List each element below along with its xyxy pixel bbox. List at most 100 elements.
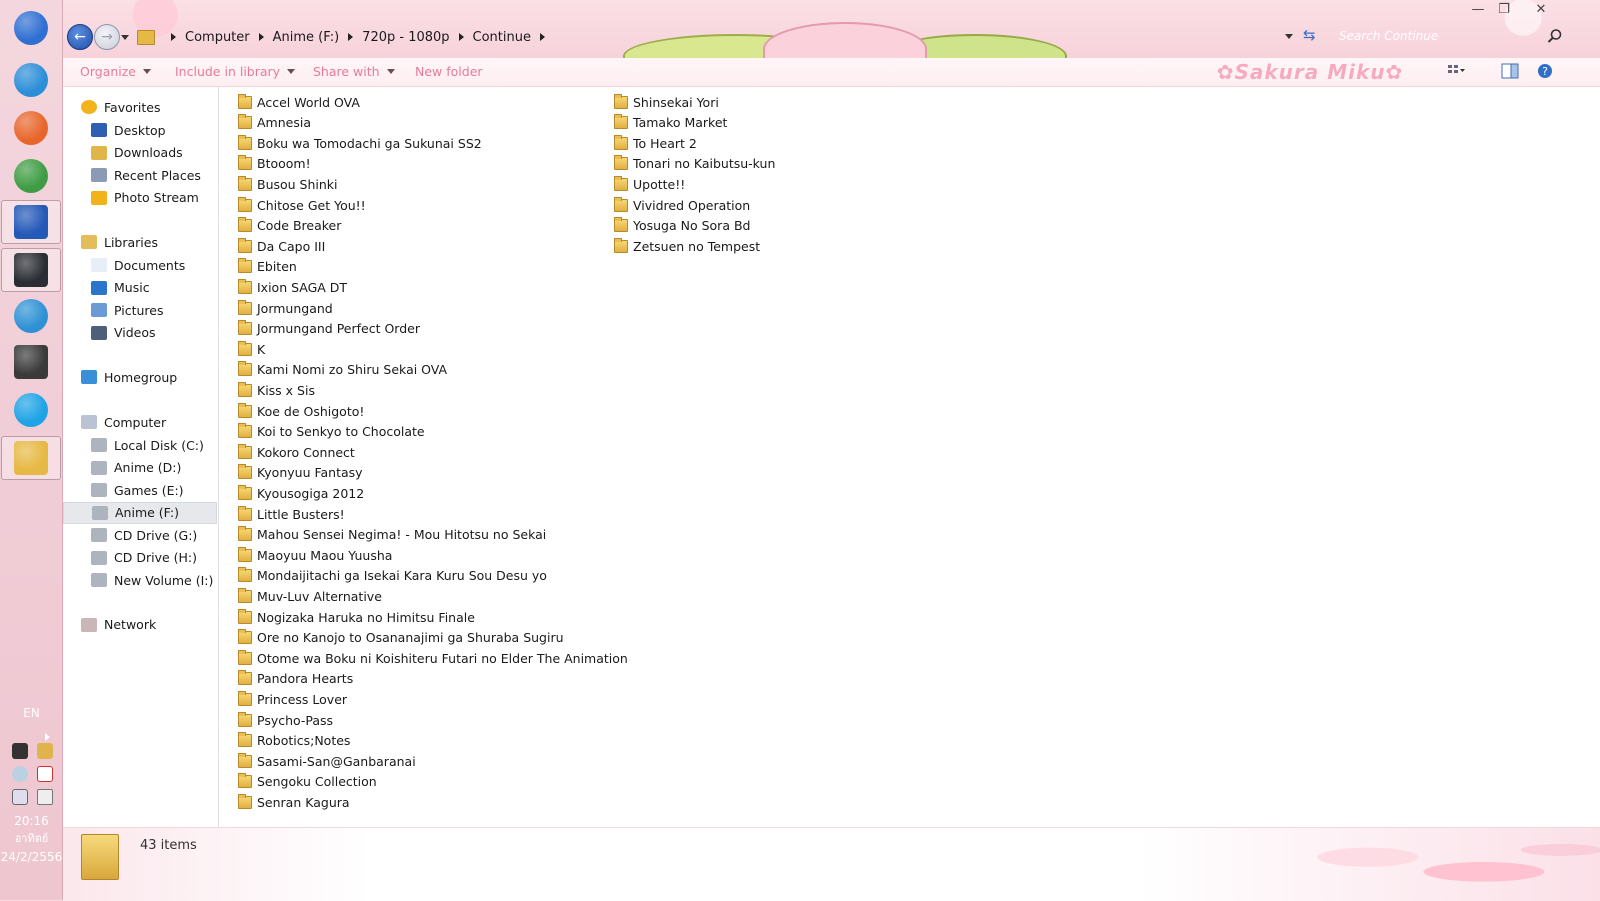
breadcrumb-current[interactable]: Continue — [472, 30, 532, 45]
folder-item[interactable]: Princess Lover — [238, 689, 347, 709]
folder-item[interactable]: Koe de Oshigoto! — [238, 401, 364, 421]
nav-item-favorite[interactable]: Recent Places — [63, 164, 217, 186]
nav-item-drive[interactable]: CD Drive (H:) — [63, 547, 217, 569]
taskbar-button[interactable] — [6, 340, 56, 384]
folder-item[interactable]: Upotte!! — [614, 174, 685, 194]
nav-item-favorite[interactable]: Desktop — [63, 119, 217, 141]
forward-button[interactable]: → — [94, 24, 120, 50]
action-center-flag-icon[interactable] — [37, 766, 53, 782]
chevron-right-icon[interactable] — [458, 33, 464, 41]
nav-item-drive[interactable]: CD Drive (G:) — [63, 524, 217, 546]
minimize-button[interactable]: — — [1465, 0, 1491, 18]
folder-item[interactable]: Kyonyuu Fantasy — [238, 463, 363, 483]
folder-item[interactable]: Amnesia — [238, 113, 311, 133]
nav-item-drive[interactable]: Games (E:) — [63, 479, 217, 501]
folder-item[interactable]: Muv-Luv Alternative — [238, 586, 382, 606]
folder-item[interactable]: Shinsekai Yori — [614, 92, 719, 112]
nav-libraries[interactable]: Libraries — [63, 231, 217, 253]
new-folder-button[interactable]: New folder — [415, 64, 483, 79]
refresh-icon[interactable]: ⇆ — [1303, 27, 1319, 43]
nav-item-drive[interactable]: Local Disk (C:) — [63, 434, 217, 456]
recent-pages-dropdown[interactable] — [121, 35, 129, 40]
close-button[interactable]: ✕ — [1528, 0, 1554, 18]
chevron-right-icon[interactable] — [258, 33, 264, 41]
folder-item[interactable]: Koi to Senkyo to Chocolate — [238, 422, 425, 442]
folder-item[interactable]: Kyousogiga 2012 — [238, 483, 364, 503]
nav-item-drive[interactable]: Anime (D:) — [63, 457, 217, 479]
back-button[interactable]: ← — [67, 24, 93, 50]
folder-item[interactable]: Ixion SAGA DT — [238, 277, 347, 297]
nav-item-drive[interactable]: Anime (F:) — [63, 501, 217, 524]
folder-item[interactable]: Mondaijitachi ga Isekai Kara Kuru Sou De… — [238, 566, 547, 586]
restore-button[interactable]: ❐ — [1491, 0, 1517, 18]
breadcrumb[interactable]: Computer Anime (F:) 720p - 1080p Continu… — [137, 26, 553, 48]
folder-item[interactable]: Senran Kagura — [238, 792, 350, 812]
folder-item[interactable]: Maoyuu Maou Yuusha — [238, 545, 392, 565]
folder-item[interactable]: Jormungand — [238, 298, 333, 318]
folder-item[interactable]: Nogizaka Haruka no Himitsu Finale — [238, 607, 475, 627]
folder-item[interactable]: Jormungand Perfect Order — [238, 319, 420, 339]
taskbar-button[interactable] — [6, 388, 56, 432]
search-box[interactable] — [1333, 25, 1563, 47]
address-history-dropdown[interactable] — [1285, 34, 1293, 39]
folder-item[interactable]: Busou Shinki — [238, 174, 338, 194]
taskbar-button[interactable] — [6, 294, 56, 338]
folder-item[interactable]: Yosuga No Sora Bd — [614, 216, 750, 236]
clock-time[interactable]: 20:16 — [0, 812, 63, 830]
nav-item-library[interactable]: Music — [63, 277, 217, 299]
folder-item[interactable]: Kami Nomi zo Shiru Sekai OVA — [238, 360, 447, 380]
breadcrumb-computer[interactable]: Computer — [184, 30, 251, 45]
folder-item[interactable]: Zetsuen no Tempest — [614, 236, 760, 256]
folder-item[interactable]: K — [238, 339, 265, 359]
preview-pane-icon[interactable] — [1501, 63, 1519, 79]
folder-item[interactable]: Ore no Kanojo to Osananajimi ga Shuraba … — [238, 628, 564, 648]
share-with-menu[interactable]: Share with — [313, 64, 395, 79]
steam-tray-icon[interactable] — [12, 743, 28, 759]
search-input[interactable] — [1333, 25, 1563, 47]
folder-item[interactable]: Chitose Get You!! — [238, 195, 366, 215]
chevron-right-icon[interactable] — [171, 33, 176, 41]
nav-favorites[interactable]: Favorites — [63, 96, 217, 118]
folder-item[interactable]: To Heart 2 — [614, 133, 697, 153]
chevron-right-icon[interactable] — [540, 33, 545, 41]
folder-item[interactable]: Tamako Market — [614, 113, 727, 133]
folder-item[interactable]: Btooom! — [238, 154, 311, 174]
change-view-icon[interactable] — [1447, 63, 1465, 79]
nav-item-drive[interactable]: New Volume (I:) — [63, 569, 217, 591]
network-tray-icon[interactable] — [12, 789, 28, 805]
show-hidden-icons-arrow[interactable] — [45, 733, 50, 741]
folder-item[interactable]: Sengoku Collection — [238, 772, 377, 792]
chevron-right-icon[interactable] — [348, 33, 354, 41]
taskbar-button[interactable] — [6, 6, 56, 50]
folder-item[interactable]: Boku wa Tomodachi ga Sukunai SS2 — [238, 133, 482, 153]
folder-item[interactable]: Kiss x Sis — [238, 380, 315, 400]
pencil-tray-icon[interactable] — [37, 743, 53, 759]
taskbar-button[interactable] — [6, 58, 56, 102]
nav-item-favorite[interactable]: Downloads — [63, 142, 217, 164]
folder-item[interactable]: Pandora Hearts — [238, 669, 353, 689]
folder-item[interactable]: Da Capo III — [238, 236, 325, 256]
taskbar-button[interactable] — [1, 248, 61, 292]
folder-item[interactable]: Psycho-Pass — [238, 710, 333, 730]
droplet-tray-icon[interactable] — [12, 766, 28, 782]
folder-item[interactable]: Kokoro Connect — [238, 442, 355, 462]
taskbar-button[interactable] — [1, 436, 61, 480]
clock-date[interactable]: 24/2/2556 — [0, 848, 63, 866]
folder-item[interactable]: Code Breaker — [238, 216, 341, 236]
folder-item[interactable]: Vividred Operation — [614, 195, 750, 215]
volume-tray-icon[interactable] — [37, 789, 53, 805]
nav-item-favorite[interactable]: Photo Stream — [63, 187, 217, 209]
include-in-library-menu[interactable]: Include in library — [175, 64, 296, 79]
folder-item[interactable]: Accel World OVA — [238, 92, 360, 112]
nav-item-library[interactable]: Videos — [63, 322, 217, 344]
taskbar-button[interactable] — [6, 106, 56, 150]
folder-item[interactable]: Ebiten — [238, 257, 297, 277]
nav-homegroup[interactable]: Homegroup — [63, 366, 217, 388]
language-indicator[interactable]: EN — [0, 706, 63, 720]
folder-item[interactable]: Tonari no Kaibutsu-kun — [614, 154, 775, 174]
nav-network[interactable]: Network — [63, 614, 217, 636]
taskbar-button[interactable] — [1, 200, 61, 244]
folder-item[interactable]: Little Busters! — [238, 504, 345, 524]
clock-day[interactable]: อาทิตย์ — [0, 830, 63, 848]
folder-item[interactable]: Sasami-San@Ganbaranai — [238, 751, 416, 771]
